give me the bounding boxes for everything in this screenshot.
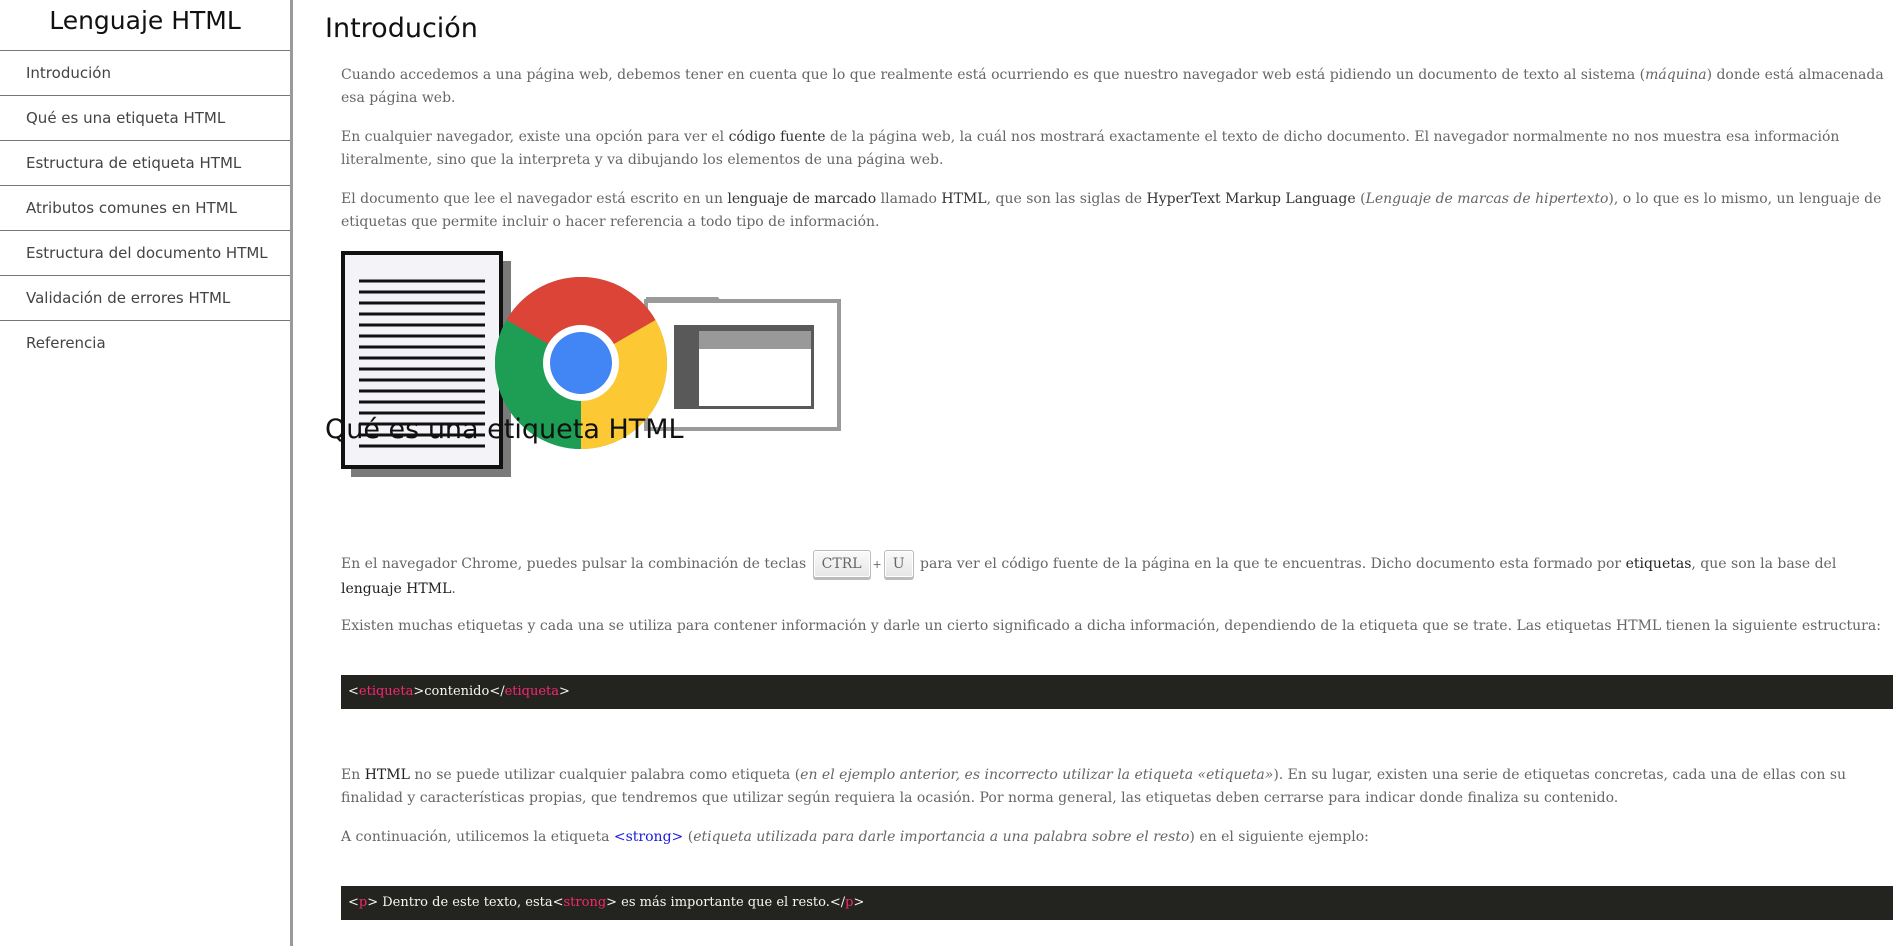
sidebar-item-validacion[interactable]: Validación de errores HTML xyxy=(0,276,290,321)
intro-paragraph-2: En cualquier navegador, existe una opció… xyxy=(341,129,1840,168)
u-key: U xyxy=(883,550,914,578)
ctrl-key: CTRL xyxy=(812,550,871,578)
section2-paragraph-3: En HTML no se puede utilizar cualquier p… xyxy=(341,767,1847,806)
sidebar: Lenguaje HTML Introdución Qué es una eti… xyxy=(0,0,293,946)
code-block-structure: <etiqueta>contenido</etiqueta> xyxy=(341,675,1893,709)
sidebar-item-atributos[interactable]: Atributos comunes en HTML xyxy=(0,186,290,231)
section2-paragraph-4: A continuación, utilicemos la etiqueta <… xyxy=(341,829,1369,845)
intro-paragraph-1: Cuando accedemos a una página web, debem… xyxy=(341,67,1884,106)
sidebar-item-que-es-etiqueta[interactable]: Qué es una etiqueta HTML xyxy=(0,96,290,141)
plus-sign: + xyxy=(872,558,882,571)
section2-heading: Qué es una etiqueta HTML xyxy=(325,414,684,445)
sidebar-item-estructura-documento[interactable]: Estructura del documento HTML xyxy=(0,231,290,276)
sidebar-item-referencia[interactable]: Referencia xyxy=(0,321,290,366)
sidebar-item-introduccion[interactable]: Introdución xyxy=(0,51,290,96)
intro-paragraph-3: El documento que lee el navegador está e… xyxy=(341,191,1882,230)
code-block-strong-example: <p> Dentro de este texto, esta<strong> e… xyxy=(341,886,1893,920)
section2-paragraph-1: En el navegador Chrome, puedes pulsar la… xyxy=(341,550,1891,601)
intro-heading: Introdución xyxy=(325,13,478,44)
strong-tag-reference: <strong> xyxy=(613,829,684,845)
sidebar-title: Lenguaje HTML xyxy=(0,0,290,51)
main-content: Introdución Cuando accedemos a una págin… xyxy=(325,0,1893,946)
sidebar-item-estructura-etiqueta[interactable]: Estructura de etiqueta HTML xyxy=(0,141,290,186)
browser-window-icon xyxy=(644,297,841,431)
section2-paragraph-2: Existen muchas etiquetas y cada una se u… xyxy=(341,618,1881,634)
